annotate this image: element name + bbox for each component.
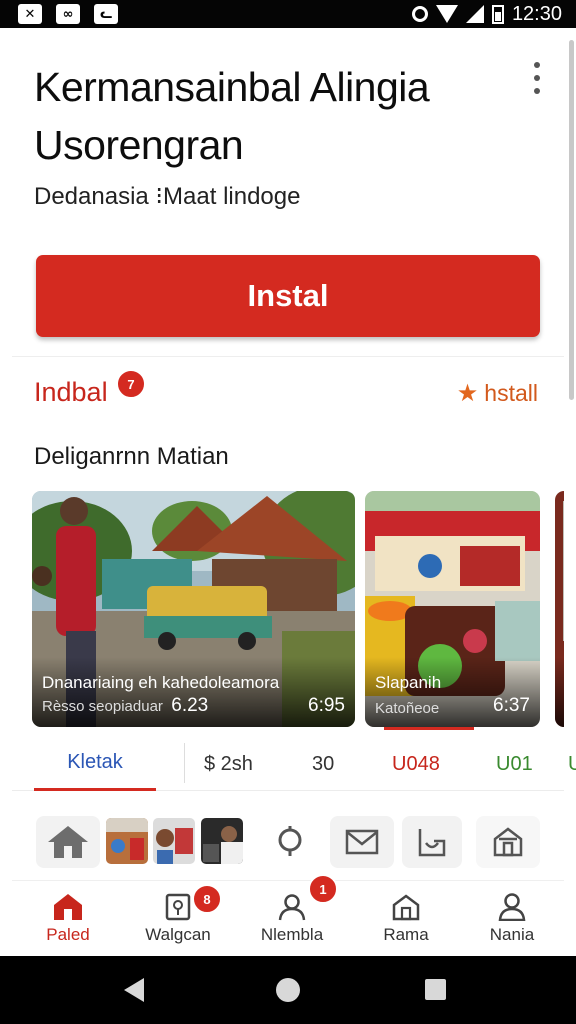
wifi-icon	[435, 5, 458, 23]
card-install-link[interactable]: ★ hstall	[457, 379, 538, 407]
nav-label: Nlembla	[260, 925, 324, 944]
back-icon[interactable]	[124, 978, 144, 1002]
media-title: Slapanih	[375, 673, 442, 692]
inbox-button[interactable]	[402, 816, 462, 868]
mail-button[interactable]	[330, 816, 394, 868]
nav-label: Paled	[46, 925, 90, 944]
tab-u048[interactable]: U048	[392, 737, 440, 791]
tab-30[interactable]: 30	[312, 737, 334, 791]
media-subtitle: Rèsso seopiaduar 6.23	[42, 695, 209, 716]
media-card[interactable]: V	[555, 491, 564, 727]
system-navigation-bar	[0, 956, 576, 1024]
search-icon	[278, 826, 302, 856]
search-button[interactable]	[260, 816, 320, 868]
home-circle-icon[interactable]	[276, 978, 300, 1002]
cat-icon: ᓚ	[94, 4, 118, 24]
status-bar: ✕ ∞ ᓚ 12:30	[0, 0, 576, 28]
tab-kletak[interactable]: Kletak	[34, 737, 156, 791]
home-icon	[54, 894, 82, 920]
nav-label: Nania	[489, 925, 535, 944]
signal-icon	[465, 5, 484, 23]
notification-badge: 1	[308, 874, 338, 904]
app-developer: Dedanasia ⁝Maat lindoge	[34, 183, 301, 210]
status-time: 12:30	[511, 2, 562, 25]
store-button[interactable]	[476, 816, 540, 868]
tab-u[interactable]: U	[568, 737, 576, 791]
alarm-icon	[411, 6, 428, 22]
section-heading: Deliganrnn Matian	[34, 443, 229, 470]
person-icon	[278, 894, 306, 921]
tab-u01[interactable]: U01	[496, 737, 533, 791]
quick-actions	[0, 810, 576, 874]
house-icon	[48, 826, 88, 858]
more-options-icon[interactable]	[532, 62, 542, 94]
notification-badge: 7	[116, 369, 146, 399]
home-shortcut-button[interactable]	[36, 816, 100, 868]
tab-price[interactable]: $ 2sh	[204, 737, 253, 791]
app-title-line-2: Usorengran	[34, 122, 244, 168]
x-box-icon: ✕	[18, 4, 42, 24]
store-icon	[493, 827, 523, 857]
active-media-indicator	[384, 727, 474, 730]
media-card[interactable]: Dnanariaing eh kahedoleamora Rèsso seopi…	[32, 491, 355, 727]
system-status: 12:30	[411, 2, 562, 26]
tablet-icon	[165, 893, 191, 921]
tabs-row: Kletak $ 2sh 30 U048 U01 U	[12, 737, 576, 791]
media-subtitle: Katoñeoe	[375, 700, 440, 717]
recents-icon[interactable]	[425, 979, 446, 1000]
thumbnail-market[interactable]	[106, 818, 148, 864]
battery-icon	[491, 4, 504, 24]
star-icon: ★	[456, 379, 479, 407]
media-title: Dnanariaing eh kahedoleamora	[42, 673, 280, 692]
media-duration: 6:37	[493, 695, 530, 716]
tab-divider	[184, 743, 185, 783]
nav-item-home[interactable]: Paled	[18, 881, 118, 957]
media-duration: 6:95	[308, 695, 345, 716]
thumbnail-person[interactable]	[201, 818, 243, 864]
listing-card: Indbal 7 ★ hstall Deliganrnn Matian Dnan…	[12, 356, 576, 798]
card-brand: Indbal	[34, 377, 108, 407]
app-title-line-1: Kermansainbal Alingia	[34, 64, 430, 110]
notification-icons: ✕ ∞ ᓚ	[18, 4, 118, 24]
install-button[interactable]: Instal	[36, 255, 540, 337]
infinity-icon: ∞	[56, 4, 80, 24]
thumbnail-people[interactable]	[153, 818, 195, 864]
app-title: Kermansainbal Alingia Usorengran	[34, 58, 504, 174]
nav-label: Rama	[383, 925, 429, 944]
mail-icon	[345, 829, 379, 855]
inbox-icon	[418, 829, 446, 857]
shop-icon	[392, 894, 420, 921]
media-card[interactable]: Slapanih Katoñeoe 6:37	[365, 491, 540, 727]
nav-item-profile[interactable]: Nania	[462, 881, 562, 957]
scrollbar[interactable]	[569, 40, 574, 400]
bottom-navigation: Paled Walgcan 8 Nlembla 1 Rama Nania	[12, 874, 564, 957]
app-header: Kermansainbal Alingia Usorengran Dedanas…	[14, 30, 562, 355]
nav-item-rama[interactable]: Rama	[356, 881, 456, 957]
nav-label: Walgcan	[145, 925, 211, 944]
notification-badge: 8	[192, 884, 222, 914]
card-install-label: hstall	[484, 379, 538, 406]
profile-icon	[498, 893, 526, 921]
media-carousel[interactable]: Dnanariaing eh kahedoleamora Rèsso seopi…	[32, 491, 564, 727]
